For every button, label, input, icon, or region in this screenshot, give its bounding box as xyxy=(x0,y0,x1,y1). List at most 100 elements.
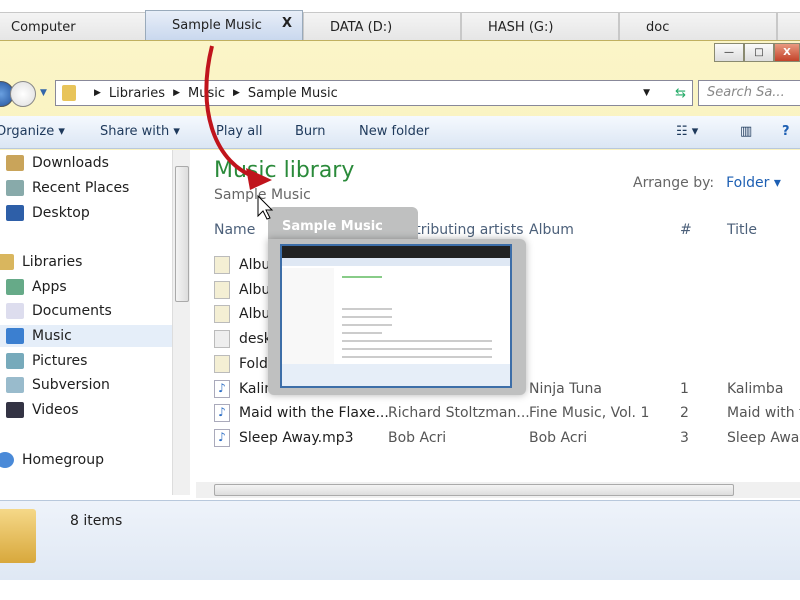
address-dropdown-icon[interactable]: ▼ xyxy=(643,88,650,98)
tab-data-d[interactable]: DATA (D:) xyxy=(303,12,461,40)
libraries-icon xyxy=(0,254,14,270)
tab-drag-preview: Sample Music xyxy=(268,207,526,395)
desktop-icon xyxy=(6,205,24,221)
tab-computer[interactable]: Computer xyxy=(0,12,146,40)
sidebar-item-libraries[interactable]: Libraries xyxy=(0,251,82,273)
music-file-icon: ♪ xyxy=(214,404,230,423)
music-file-icon: ♪ xyxy=(214,428,230,447)
file-album: Ninja Tuna xyxy=(529,380,602,397)
sidebar-item-homegroup[interactable]: Homegroup xyxy=(0,449,104,471)
sidebar-item-label: Subversion xyxy=(32,377,110,393)
recent-pages-dropdown[interactable]: ▼ xyxy=(40,88,47,98)
preview-thumbnail xyxy=(280,244,512,388)
settings-file-icon xyxy=(214,330,230,349)
file-artist: Bob Acri xyxy=(388,429,447,446)
file-name: Sleep Away.mp3 xyxy=(239,429,354,446)
sidebar-item-label: Music xyxy=(32,328,72,344)
share-with-button[interactable]: Share with ▾ xyxy=(100,124,180,139)
tab-label: HASH (G:) xyxy=(488,20,554,35)
preview-title: Sample Music xyxy=(282,219,383,234)
sidebar-scrollbar[interactable] xyxy=(172,150,190,495)
folder-icon xyxy=(0,509,36,563)
image-file-icon xyxy=(214,305,230,324)
column-album[interactable]: Album xyxy=(529,222,574,238)
tab-sample-music[interactable]: Sample Music X xyxy=(145,10,303,40)
sidebar-item-subversion[interactable]: Subversion xyxy=(6,374,110,396)
sidebar-item-label: Homegroup xyxy=(22,452,105,468)
forward-button[interactable] xyxy=(10,81,36,107)
file-title: Kalimba xyxy=(727,380,784,397)
tab-bar: Computer Sample Music X DATA (D:) HASH (G… xyxy=(0,0,800,40)
sidebar-item-pictures[interactable]: Pictures xyxy=(6,350,87,372)
sidebar-item-documents[interactable]: Documents xyxy=(6,300,112,322)
column-title[interactable]: Title xyxy=(727,222,757,238)
tab-doc[interactable]: doc xyxy=(619,12,777,40)
refresh-icon[interactable]: ⇆ xyxy=(675,86,686,101)
chevron-right-icon: ▶ xyxy=(233,88,240,98)
downloads-icon xyxy=(6,155,24,171)
help-icon[interactable]: ? xyxy=(782,124,790,139)
column-name[interactable]: Name xyxy=(214,222,255,238)
sidebar-item-desktop[interactable]: Desktop xyxy=(6,202,90,224)
image-file-icon xyxy=(214,354,230,373)
horizontal-scrollbar[interactable] xyxy=(196,482,800,498)
sidebar-item-videos[interactable]: Videos xyxy=(6,399,79,421)
burn-button[interactable]: Burn xyxy=(295,124,326,139)
file-title: Maid with th xyxy=(727,405,800,422)
videos-icon xyxy=(6,402,24,418)
details-pane: 8 items xyxy=(0,500,800,580)
file-track-number: 2 xyxy=(680,405,689,422)
breadcrumb-libraries[interactable]: Libraries xyxy=(109,86,165,101)
documents-icon xyxy=(6,303,24,319)
tab-label: DATA (D:) xyxy=(330,20,393,35)
arrange-dropdown[interactable]: Folder ▾ xyxy=(726,175,781,191)
file-track-number: 1 xyxy=(680,380,689,397)
sidebar-item-downloads[interactable]: Downloads xyxy=(6,152,109,174)
tab-label: Computer xyxy=(11,20,76,35)
image-file-icon xyxy=(214,256,230,274)
sidebar-item-label: Documents xyxy=(32,303,112,319)
minimize-button[interactable]: — xyxy=(714,43,744,62)
file-track-number: 3 xyxy=(680,429,689,446)
breadcrumb-sample-music[interactable]: Sample Music xyxy=(248,86,338,101)
column-number[interactable]: # xyxy=(680,222,692,238)
sidebar-item-apps[interactable]: Apps xyxy=(6,276,67,298)
music-file-icon: ♪ xyxy=(214,379,230,398)
search-input[interactable]: Search Sa... xyxy=(698,80,800,106)
sidebar-item-recent-places[interactable]: Recent Places xyxy=(6,177,129,199)
chevron-right-icon: ▶ xyxy=(173,88,180,98)
sidebar-item-music[interactable]: Music xyxy=(0,325,172,347)
organize-button[interactable]: Organize ▾ xyxy=(0,124,65,139)
image-file-icon xyxy=(214,280,230,299)
tab-more[interactable] xyxy=(777,12,800,40)
sidebar-item-label: Recent Places xyxy=(32,180,130,196)
tab-hash-g[interactable]: HASH (G:) xyxy=(461,12,619,40)
sidebar-item-label: Apps xyxy=(32,279,67,295)
navigation-bar: ▼ ▶ Libraries ▶ Music ▶ Sample Music ▼ ⇆… xyxy=(0,79,800,109)
view-options-icon[interactable]: ☷ ▾ xyxy=(676,124,698,139)
scrollbar-thumb[interactable] xyxy=(175,166,189,302)
file-name: Albu xyxy=(239,306,271,323)
window-controls: — □ X xyxy=(714,43,800,62)
file-album: Fine Music, Vol. 1 xyxy=(529,405,650,422)
navigation-pane: Downloads Recent Places Desktop Librarie… xyxy=(0,150,192,500)
recent-places-icon xyxy=(6,180,24,196)
music-icon xyxy=(6,328,24,344)
scrollbar-thumb[interactable] xyxy=(214,484,734,496)
subversion-icon xyxy=(6,377,24,393)
file-artist: Richard Stoltzman... xyxy=(388,405,530,422)
preview-pane-icon[interactable]: ▥ xyxy=(740,124,752,139)
file-row[interactable]: ♪ Maid with the Flaxe... Richard Stoltzman… xyxy=(214,402,800,424)
file-row[interactable]: ♪ Sleep Away.mp3 Bob Acri Bob Acri 3 Sleep… xyxy=(214,427,800,449)
breadcrumb-music[interactable]: Music xyxy=(188,86,225,101)
close-button[interactable]: X xyxy=(774,43,800,62)
close-tab-button[interactable]: X xyxy=(282,16,292,31)
address-bar[interactable]: ▶ Libraries ▶ Music ▶ Sample Music ▼ ⇆ xyxy=(55,80,693,106)
play-all-button[interactable]: Play all xyxy=(216,124,262,139)
folder-icon xyxy=(62,85,76,101)
new-folder-button[interactable]: New folder xyxy=(359,124,429,139)
sidebar-item-label: Desktop xyxy=(32,205,90,221)
item-count: 8 items xyxy=(70,513,123,529)
file-name: Albu xyxy=(239,257,271,273)
maximize-button[interactable]: □ xyxy=(744,43,774,62)
